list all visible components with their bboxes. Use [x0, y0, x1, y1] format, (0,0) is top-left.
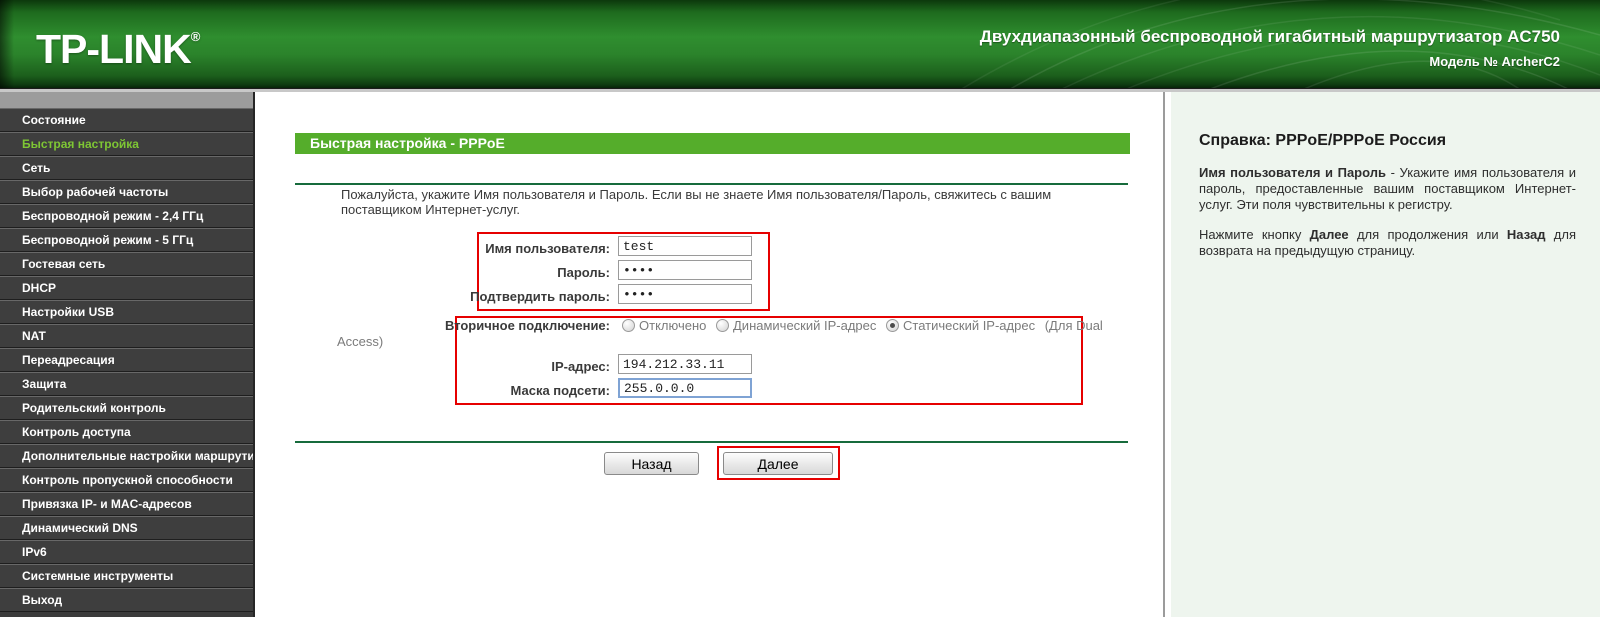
subnet-mask-input[interactable] — [618, 378, 752, 398]
registered-trademark-icon: ® — [190, 29, 201, 44]
help-bold-back: Назад — [1506, 227, 1546, 242]
radio-unchecked-icon[interactable] — [622, 319, 635, 332]
help-text: для продолжения или — [1348, 227, 1507, 242]
radio-label: Отключено — [639, 318, 707, 333]
sidebar-item-forwarding[interactable]: Переадресация — [0, 348, 253, 372]
radio-label: Статический IP-адрес — [903, 318, 1036, 333]
radio-label: Динамический IP-адрес — [733, 318, 877, 333]
sidebar-item-usb-settings[interactable]: Настройки USB — [0, 300, 253, 324]
router-model-number: Модель № ArcherC2 — [1429, 54, 1560, 69]
sidebar-item-ipv6[interactable]: IPv6 — [0, 540, 253, 564]
back-button[interactable]: Назад — [604, 452, 699, 475]
sidebar-item-access-control[interactable]: Контроль доступа — [0, 420, 253, 444]
sidebar-item-advanced-routing[interactable]: Дополнительные настройки маршрутизации — [0, 444, 253, 468]
help-paragraph-credentials: Имя пользователя и Пароль - Укажите имя … — [1199, 165, 1576, 213]
sidebar-item-bandwidth-control[interactable]: Контроль пропускной способности — [0, 468, 253, 492]
dual-access-note-line1: (Для Dual — [1044, 318, 1103, 333]
radio-unchecked-icon[interactable] — [716, 319, 729, 332]
radio-option-dynamic-ip[interactable]: Динамический IP-адрес — [716, 318, 876, 333]
help-paragraph-navigation: Нажмите кнопку Далее для продолжения или… — [1199, 227, 1576, 259]
radio-option-disabled[interactable]: Отключено — [622, 318, 706, 333]
radio-option-static-ip[interactable]: Статический IP-адрес — [886, 318, 1035, 333]
sidebar-menu: Состояние Быстрая настройка Сеть Выбор р… — [0, 92, 253, 617]
sidebar-item-guest-network[interactable]: Гостевая сеть — [0, 252, 253, 276]
tp-link-logo: TP-LINK® — [36, 26, 200, 73]
help-text: Нажмите кнопку — [1199, 227, 1310, 242]
secondary-connection-radio-group: Отключено Динамический IP-адрес Статичес… — [622, 318, 1103, 333]
sidebar-cap — [0, 92, 253, 108]
sidebar-item-wireless-24ghz[interactable]: Беспроводной режим - 2,4 ГГц — [0, 204, 253, 228]
intro-text: Пожалуйста, укажите Имя пользователя и П… — [341, 187, 1052, 217]
help-title: Справка: PPPoE/PPPoE Россия — [1199, 132, 1447, 149]
sidebar-item-parental-control[interactable]: Родительский контроль — [0, 396, 253, 420]
sidebar-item-band-selection[interactable]: Выбор рабочей частоты — [0, 180, 253, 204]
username-input[interactable] — [618, 236, 752, 256]
confirm-password-input[interactable] — [618, 284, 752, 304]
separator-line-top — [295, 183, 1128, 185]
dual-access-note-line2: Access) — [337, 334, 384, 349]
confirm-password-label: Подтвердить пароль: — [470, 289, 610, 304]
password-label: Пароль: — [557, 265, 610, 280]
subnet-mask-label: Маска подсети: — [510, 383, 610, 398]
sidebar-item-network[interactable]: Сеть — [0, 156, 253, 180]
sidebar-item-system-tools[interactable]: Системные инструменты — [0, 564, 253, 588]
username-label: Имя пользователя: — [485, 241, 610, 256]
sidebar-item-dhcp[interactable]: DHCP — [0, 276, 253, 300]
sidebar-item-security[interactable]: Защита — [0, 372, 253, 396]
help-bold-next: Далее — [1309, 227, 1349, 242]
sidebar-item-ip-mac-binding[interactable]: Привязка IP- и MAC-адресов — [0, 492, 253, 516]
password-input[interactable] — [618, 260, 752, 280]
help-panel: Справка: PPPoE/PPPoE Россия Имя пользова… — [1171, 92, 1600, 617]
sidebar-item-logout[interactable]: Выход — [0, 588, 253, 612]
separator-line-bottom — [295, 441, 1128, 443]
secondary-connection-label: Вторичное подключение: — [444, 318, 610, 333]
help-bold-credentials: Имя пользователя и Пароль — [1199, 165, 1386, 180]
page-title: Быстрая настройка - PPPoE — [310, 135, 505, 151]
sidebar-item-wireless-5ghz[interactable]: Беспроводной режим - 5 ГГц — [0, 228, 253, 252]
sidebar-item-quick-setup[interactable]: Быстрая настройка — [0, 132, 253, 156]
sidebar-item-status[interactable]: Состояние — [0, 108, 253, 132]
ip-address-input[interactable] — [618, 354, 752, 374]
router-name: Двухдиапазонный беспроводной гигабитный … — [979, 27, 1560, 46]
content-help-divider — [1163, 92, 1171, 617]
section-title-bar: Быстрая настройка - PPPoE — [295, 133, 1130, 154]
sidebar-item-dynamic-dns[interactable]: Динамический DNS — [0, 516, 253, 540]
header-left-edge-shadow — [0, 0, 14, 88]
ip-address-label: IP-адрес: — [551, 359, 610, 374]
next-button[interactable]: Далее — [723, 452, 833, 475]
main-content: Быстрая настройка - PPPoE Пожалуйста, ук… — [258, 92, 1163, 617]
sidebar-item-nat[interactable]: NAT — [0, 324, 253, 348]
router-model-title: Двухдиапазонный беспроводной гигабитный … — [980, 27, 1560, 69]
header: TP-LINK® Двухдиапазонный беспроводной ги… — [0, 0, 1600, 88]
router-admin-page: TP-LINK® Двухдиапазонный беспроводной ги… — [0, 0, 1600, 617]
radio-checked-icon[interactable] — [886, 319, 900, 332]
logo-text: TP-LINK — [36, 26, 192, 72]
